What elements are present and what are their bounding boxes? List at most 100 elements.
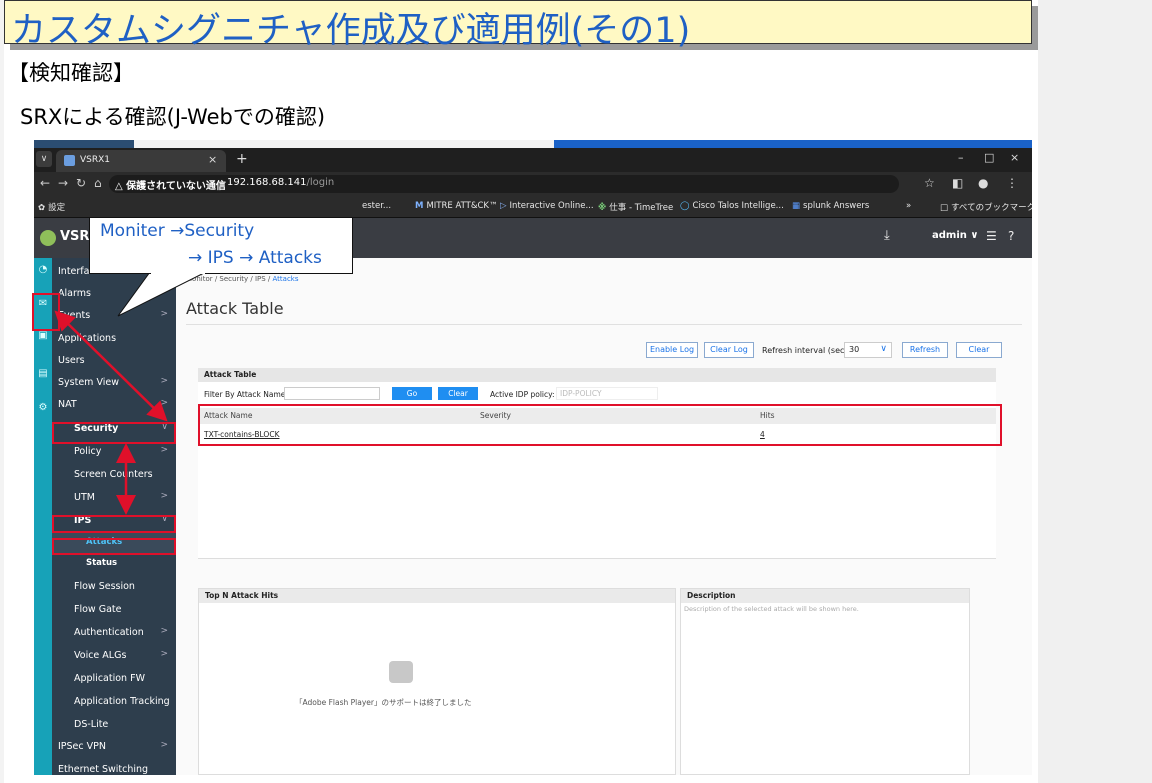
- breadcrumb-current[interactable]: Attacks: [273, 275, 299, 283]
- enable-log-button[interactable]: Enable Log: [646, 342, 698, 358]
- user-menu[interactable]: admin ∨: [932, 230, 978, 241]
- sidebar-item-flow-gate[interactable]: Flow Gate: [52, 599, 176, 621]
- tab-title: VSRX1: [80, 155, 111, 165]
- url-input[interactable]: △ 保護されていない通信 192.168.68.141/login: [109, 175, 899, 193]
- home-icon[interactable]: ⌂: [94, 176, 102, 190]
- bookmark-talos[interactable]: ◯ Cisco Talos Intellige...: [680, 201, 784, 211]
- breadcrumb: Monitor / Security / IPS / Attacks: [186, 275, 299, 283]
- sidepanel-icon[interactable]: ◧: [952, 176, 963, 190]
- sidebar-item-authentication[interactable]: Authentication >: [52, 622, 176, 644]
- timetree-icon: ※: [598, 203, 607, 213]
- sidebar-item-events[interactable]: Events >: [52, 305, 176, 327]
- juniper-logo-icon: [40, 230, 56, 246]
- slide-title: カスタムシグニチャ作成及び適用例(その1): [11, 11, 691, 51]
- maximize-icon[interactable]: □: [984, 151, 994, 164]
- configure-icon[interactable]: ▣: [37, 330, 49, 342]
- sidebar-item-utm[interactable]: UTM >: [52, 487, 176, 509]
- filter-label: Filter By Attack Name: [204, 390, 286, 399]
- play-icon: ▷: [500, 201, 507, 211]
- filter-attack-input[interactable]: [284, 387, 380, 400]
- chevron-right-icon: >: [160, 491, 168, 501]
- new-tab-button[interactable]: +: [236, 151, 248, 167]
- clear-button[interactable]: Clear: [956, 342, 1002, 358]
- highlight-ips: [52, 515, 176, 533]
- profile-icon[interactable]: ●: [978, 176, 988, 190]
- tab-search-icon[interactable]: ∨: [36, 151, 52, 167]
- menu-icon[interactable]: ⋮: [1006, 176, 1018, 190]
- sidebar-item-voice-algs[interactable]: Voice ALGs >: [52, 645, 176, 667]
- close-icon[interactable]: ×: [208, 153, 217, 166]
- highlight-attack-row: [198, 404, 1002, 446]
- refresh-interval-select[interactable]: 30 ∨: [844, 342, 892, 358]
- shield-icon: [64, 155, 75, 166]
- chevron-right-icon: >: [160, 626, 168, 636]
- sidebar-item-label: DS-Lite: [74, 719, 109, 730]
- go-button[interactable]: Go: [392, 387, 432, 400]
- sidebar-item-label: NAT: [58, 399, 77, 410]
- sidebar-item-status[interactable]: Status: [52, 553, 176, 575]
- sidebar-item-label: IPSec VPN: [58, 741, 106, 752]
- description-placeholder: Description of the selected attack will …: [684, 605, 859, 613]
- back-icon[interactable]: ←: [40, 176, 50, 190]
- callout-tail-join: [151, 272, 205, 274]
- active-policy-field: IDP-POLICY: [556, 387, 658, 400]
- filter-clear-button[interactable]: Clear: [438, 387, 478, 400]
- sidebar-item-application-fw[interactable]: Application FW: [52, 668, 176, 690]
- sidebar-item-alarms[interactable]: Alarms >: [52, 283, 176, 305]
- slide: カスタムシグニチャ作成及び適用例(その1) 【検知確認】 SRXによる確認(J-…: [0, 0, 1152, 783]
- nav-icon-strip: ◔ ✉ ▣ ▤ ⚙: [34, 258, 52, 775]
- reload-icon[interactable]: ↻: [76, 176, 86, 190]
- sidebar-item-nat[interactable]: NAT >: [52, 394, 176, 416]
- description-panel: Description Description of the selected …: [680, 588, 970, 775]
- settings-icon[interactable]: ⚙: [37, 402, 49, 414]
- mitre-icon: M: [415, 201, 424, 211]
- sidebar-item-ds-lite[interactable]: DS-Lite: [52, 714, 176, 736]
- security-warning[interactable]: △ 保護されていない通信: [115, 177, 226, 192]
- callout-line-2: → IPS → Attacks: [188, 248, 322, 268]
- sidebar-item-ethernet-switching[interactable]: Ethernet Switching: [52, 759, 176, 775]
- refresh-button[interactable]: Refresh: [902, 342, 948, 358]
- help-icon[interactable]: ?: [1008, 229, 1014, 243]
- sidebar-item-system-view[interactable]: System View >: [52, 372, 176, 394]
- star-icon[interactable]: ☆: [924, 176, 935, 190]
- sidebar-item-label: Status: [86, 558, 118, 568]
- bookmark-settings[interactable]: ✿ 設定: [38, 201, 65, 213]
- chevron-right-icon: >: [160, 398, 168, 408]
- sidebar-item-flow-session[interactable]: Flow Session: [52, 576, 176, 598]
- forward-icon[interactable]: →: [58, 176, 68, 190]
- minimize-icon[interactable]: –: [958, 151, 964, 164]
- bookmark-interactive[interactable]: ▷ Interactive Online...: [500, 201, 594, 211]
- window-close-icon[interactable]: ×: [1010, 151, 1019, 164]
- sidebar-item-policy[interactable]: Policy >: [52, 441, 176, 463]
- bookmarks-overflow[interactable]: »: [906, 201, 911, 211]
- reports-icon[interactable]: ▤: [37, 368, 49, 380]
- bookmark-tester[interactable]: ester...: [362, 201, 391, 211]
- bookmark-all[interactable]: □ すべてのブックマーク: [940, 201, 1032, 213]
- callout-line-1: Moniter →Security: [100, 221, 255, 241]
- highlight-attacks: [52, 538, 176, 555]
- bookmark-mitre[interactable]: M MITRE ATT&CK™: [415, 201, 498, 211]
- dashboard-icon[interactable]: ◔: [37, 264, 49, 276]
- sidebar-item-applications[interactable]: Applications: [52, 328, 176, 350]
- navigation-callout: Moniter →Security → IPS → Attacks: [89, 217, 353, 274]
- bookmark-timetree[interactable]: ※ 仕事 - TimeTree: [598, 201, 673, 213]
- slide-left-edge: [0, 0, 4, 783]
- url-path: /login: [306, 177, 335, 188]
- page-title: Attack Table: [186, 299, 284, 318]
- feedback-icon[interactable]: ☰: [986, 229, 997, 243]
- sidebar-item-application-tracking[interactable]: Application Tracking: [52, 691, 176, 713]
- sidebar-item-screen-counters[interactable]: Screen Counters: [52, 464, 176, 486]
- chevron-right-icon: >: [160, 309, 168, 319]
- browser-tab[interactable]: VSRX1 ×: [56, 150, 226, 172]
- slide-side-band: [1038, 0, 1152, 783]
- bookmark-splunk[interactable]: ▦ splunk Answers: [792, 201, 869, 211]
- download-icon[interactable]: ⤓: [884, 228, 890, 243]
- chevron-right-icon: >: [160, 287, 168, 297]
- clear-log-button[interactable]: Clear Log: [704, 342, 754, 358]
- chevron-down-icon: ∨: [880, 344, 887, 354]
- active-policy-label: Active IDP policy:: [490, 390, 555, 399]
- top-n-header: Top N Attack Hits: [199, 589, 675, 603]
- taskbar-strip-blue: [554, 140, 1032, 148]
- sidebar-item-users[interactable]: Users: [52, 350, 176, 372]
- sidebar-item-ipsec-vpn[interactable]: IPSec VPN >: [52, 736, 176, 758]
